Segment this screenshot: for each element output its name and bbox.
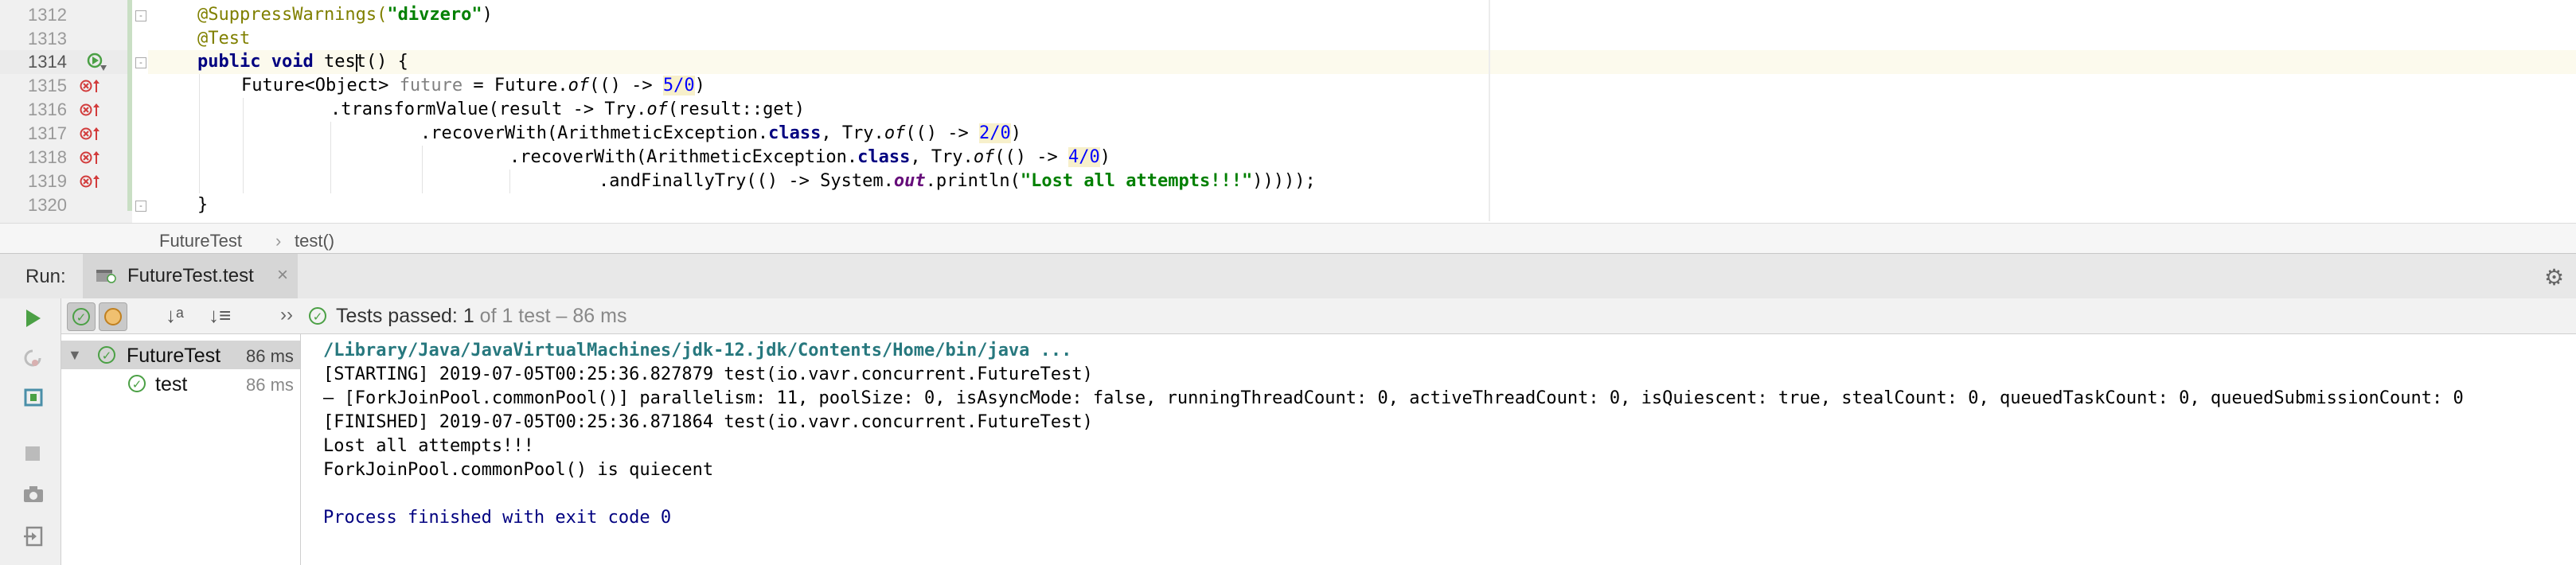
fold-marker-icon[interactable]: - (135, 10, 146, 21)
line-number: 1313 (28, 29, 67, 49)
line-number: 1318 (28, 147, 67, 167)
run-label: Run: (25, 266, 66, 287)
right-margin-guide (1489, 0, 1490, 221)
show-ignored-toggle[interactable] (99, 302, 127, 331)
error-icon[interactable] (80, 78, 102, 97)
more-icon[interactable]: ›› (280, 304, 293, 326)
sort-duration-icon[interactable]: ↓≡ (209, 303, 231, 328)
tree-item-time: 86 ms (246, 375, 294, 395)
check-icon: ✓ (128, 375, 146, 392)
code-line: .recoverWith(ArithmeticException.class, … (420, 123, 1022, 143)
console-line: – [ForkJoinPool.commonPool()] parallelis… (323, 388, 2464, 408)
line-number: 1319 (28, 171, 67, 191)
test-config-icon (96, 267, 116, 283)
indent-guide (330, 122, 331, 193)
ignored-icon (104, 308, 122, 325)
rerun-failed-icon[interactable] (22, 348, 43, 372)
console-line: [FINISHED] 2019-07-05T00:25:36.871864 te… (323, 412, 1093, 432)
error-icon[interactable] (80, 150, 102, 169)
console-line: [STARTING] 2019-07-05T00:25:36.827879 te… (323, 364, 1093, 384)
rerun-icon[interactable] (22, 308, 43, 333)
breadcrumb-class[interactable]: FutureTest (159, 231, 242, 251)
console-line: ForkJoinPool.commonPool() is quiecent (323, 460, 714, 480)
line-number: 1320 (28, 195, 67, 215)
code-line: } (197, 195, 209, 215)
tests-passed-icon: ✓ (309, 307, 326, 325)
fold-marker-icon[interactable]: - (135, 57, 146, 68)
run-test-gutter-icon[interactable] (86, 53, 107, 72)
expand-arrow-icon[interactable]: ▼ (68, 347, 82, 364)
check-icon: ✓ (72, 308, 90, 325)
error-icon[interactable] (80, 126, 102, 145)
indent-guide (509, 170, 510, 193)
console-output[interactable]: /Library/Java/JavaVirtualMachines/jdk-12… (301, 334, 2576, 565)
test-results-tree: ▼ ✓ FutureTest 86 ms ✓ test 86 ms (61, 334, 301, 565)
tree-row-futuretest[interactable]: ▼ ✓ FutureTest 86 ms (61, 341, 300, 369)
code-line: public void test() { (197, 52, 408, 72)
line-number: 1315 (28, 76, 67, 95)
toggle-auto-test-icon[interactable] (22, 386, 45, 412)
line-number: 1314 (28, 52, 67, 72)
show-passed-toggle[interactable]: ✓ (67, 302, 96, 331)
tree-row-test[interactable]: ✓ test 86 ms (61, 369, 300, 398)
console-line[interactable]: /Library/Java/JavaVirtualMachines/jdk-12… (323, 339, 1071, 363)
stop-icon[interactable] (24, 445, 41, 466)
console-line: Process finished with exit code 0 (323, 508, 672, 528)
run-tool-window-header: Run: FutureTest.test × ⚙ (0, 253, 2576, 299)
tree-item-label: test (155, 373, 188, 396)
line-number: 1316 (28, 99, 67, 119)
run-side-toolbar (0, 298, 61, 565)
error-icon[interactable] (80, 173, 102, 193)
sort-alpha-icon[interactable]: ↓ᵃ (166, 303, 184, 328)
code-line: .recoverWith(ArithmeticException.class, … (509, 147, 1111, 167)
code-line: Future<Object> future = Future.of(() -> … (241, 76, 705, 95)
code-editor[interactable]: 1312 1313 1314 1315 1316 1317 1318 1319 … (0, 0, 2576, 223)
tree-item-time: 86 ms (246, 346, 294, 366)
code-line: @SuppressWarnings("divzero") (197, 5, 493, 25)
run-toolbar: ✓ ↓ᵃ ↓≡ ›› ✓ Tests passed: 1 of 1 test –… (0, 298, 2576, 334)
indent-guide (243, 98, 244, 193)
tree-item-label: FutureTest (127, 345, 221, 367)
test-status: Tests passed: 1 of 1 test – 86 ms (336, 305, 627, 327)
line-number: 1317 (28, 123, 67, 143)
line-number: 1312 (28, 5, 67, 25)
indent-guide (199, 74, 200, 193)
check-icon: ✓ (98, 346, 115, 364)
code-line: .andFinallyTry(() -> System.out.println(… (599, 171, 1316, 191)
fold-strip (132, 0, 148, 223)
breadcrumb-separator: › (275, 231, 282, 251)
run-tab-label: FutureTest.test (127, 265, 254, 286)
code-line: .transformValue(result -> Try.of(result:… (330, 99, 806, 119)
fold-marker-icon[interactable]: - (135, 201, 146, 212)
indent-guide (422, 146, 423, 193)
console-line: Lost all attempts!!! (323, 436, 534, 456)
exit-icon[interactable] (22, 525, 45, 551)
breadcrumb: FutureTest › test() (0, 223, 2576, 254)
run-tab[interactable]: FutureTest.test × (83, 254, 298, 298)
breadcrumb-method[interactable]: test() (295, 231, 334, 251)
close-icon[interactable]: × (277, 264, 288, 286)
text-caret (356, 54, 357, 72)
camera-icon[interactable] (22, 485, 45, 508)
code-line: @Test (197, 29, 251, 49)
gear-icon[interactable]: ⚙ (2544, 264, 2564, 290)
error-icon[interactable] (80, 102, 102, 121)
